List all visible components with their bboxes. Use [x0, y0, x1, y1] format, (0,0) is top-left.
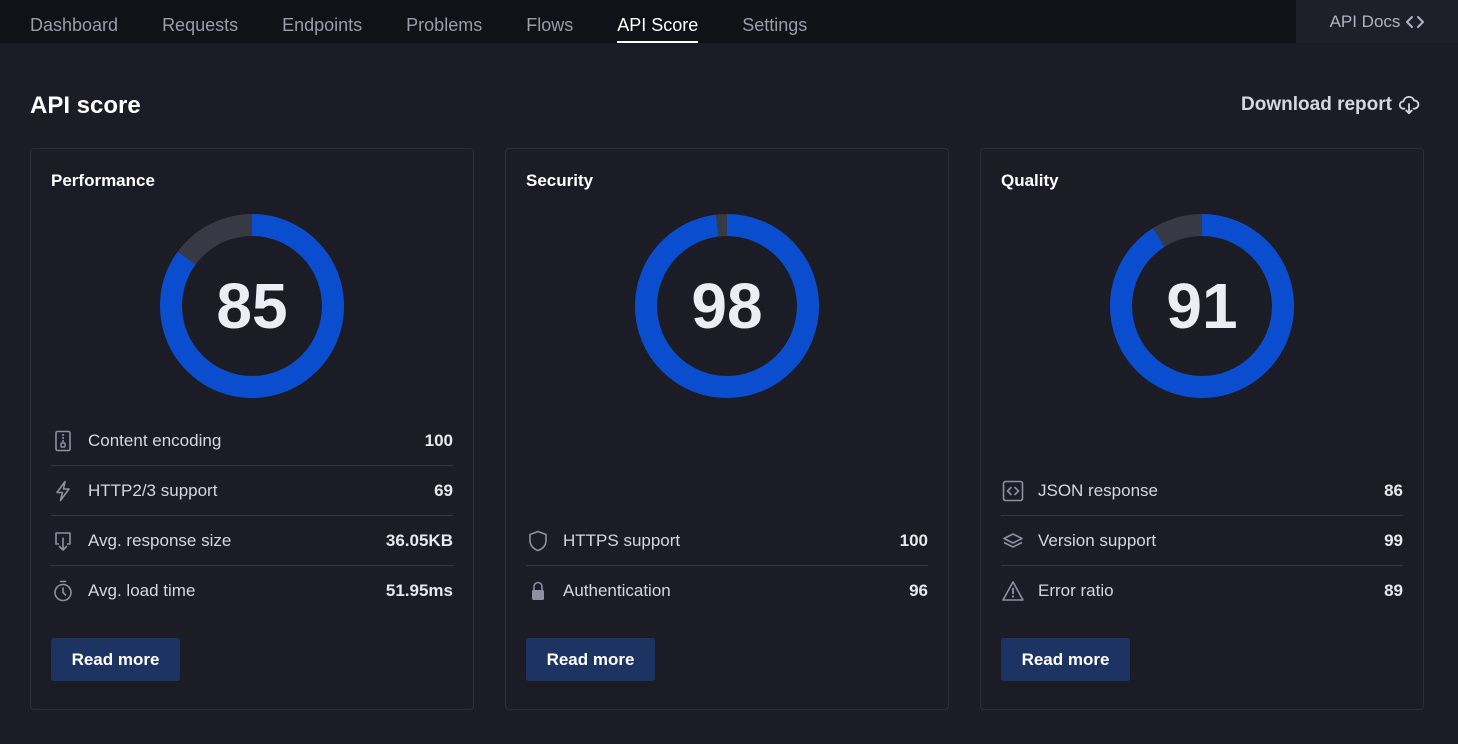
score-gauge: 98	[634, 213, 820, 399]
metric-value: 99	[1384, 530, 1403, 550]
card-title: Security	[526, 171, 594, 190]
metric-label: Avg. load time	[88, 581, 196, 600]
layers-icon	[1001, 529, 1025, 553]
metric-value: 51.95ms	[385, 581, 453, 600]
metric-label: Version support	[1038, 530, 1157, 550]
metric-value: 89	[1384, 581, 1403, 600]
metric-row: Avg. load time 51.95ms	[51, 566, 453, 616]
metric-row: Content encoding 100	[51, 416, 453, 466]
metric-label: HTTP2/3 support	[88, 480, 218, 500]
zip-file-icon	[51, 429, 75, 453]
read-more-button[interactable]: Read more	[51, 638, 180, 681]
card-title: Quality	[1001, 171, 1059, 190]
metric-value: 86	[1384, 480, 1403, 500]
cloud-download-icon	[1398, 95, 1420, 115]
metric-label: JSON response	[1038, 480, 1158, 500]
metric-row: Avg. response size 36.05KB	[51, 516, 453, 566]
tab-requests[interactable]: Requests	[162, 0, 238, 43]
top-nav: Dashboard Requests Endpoints Problems Fl…	[0, 0, 1458, 43]
metrics-list: JSON response 86 Version support 99 Erro…	[1001, 466, 1403, 616]
metric-row: HTTP2/3 support 69	[51, 466, 453, 516]
page-title: API score	[30, 92, 141, 119]
tab-flows[interactable]: Flows	[526, 0, 573, 43]
score-value: 85	[216, 270, 288, 342]
metric-value: 100	[899, 530, 928, 550]
score-gauge: 85	[159, 213, 345, 399]
metric-row: JSON response 86	[1001, 466, 1403, 516]
metric-value: 100	[424, 430, 453, 450]
security-card: Security 98 HTTPS support 100 Authentica…	[505, 148, 949, 710]
download-arrow-icon	[51, 529, 75, 553]
metric-label: Error ratio	[1038, 581, 1114, 600]
metric-row: HTTPS support 100	[526, 516, 928, 566]
warning-icon	[1001, 579, 1025, 603]
download-report-label: Download report	[1241, 94, 1392, 115]
metric-value: 96	[909, 581, 928, 600]
api-docs-label: API Docs	[1329, 11, 1401, 31]
score-value: 98	[691, 270, 763, 342]
card-title: Performance	[51, 171, 155, 190]
performance-card: Performance 85 Content encoding 100 HTTP…	[30, 148, 474, 710]
nav-tabs: Dashboard Requests Endpoints Problems Fl…	[30, 0, 851, 43]
metric-label: Content encoding	[88, 430, 222, 450]
code-box-icon	[1001, 479, 1025, 503]
metric-label: Authentication	[563, 581, 671, 600]
score-gauge: 91	[1109, 213, 1295, 399]
score-value: 91	[1166, 270, 1238, 342]
stopwatch-icon	[51, 579, 75, 603]
metrics-list: Content encoding 100 HTTP2/3 support 69 …	[51, 416, 453, 616]
metric-value: 69	[434, 480, 453, 500]
tab-settings[interactable]: Settings	[742, 0, 807, 43]
download-report-button[interactable]: Download report	[1241, 94, 1420, 116]
tab-api-score[interactable]: API Score	[617, 0, 699, 43]
read-more-button[interactable]: Read more	[1001, 638, 1130, 681]
tab-problems[interactable]: Problems	[406, 0, 482, 43]
lightning-icon	[51, 479, 75, 503]
metric-row: Error ratio 89	[1001, 566, 1403, 616]
tab-endpoints[interactable]: Endpoints	[282, 0, 362, 43]
metric-value: 36.05KB	[385, 530, 453, 550]
read-more-button[interactable]: Read more	[526, 638, 655, 681]
metrics-list: HTTPS support 100 Authentication 96	[526, 516, 928, 616]
quality-card: Quality 91 JSON response 86 Version supp…	[980, 148, 1424, 710]
metric-row: Version support 99	[1001, 516, 1403, 566]
metric-row: Authentication 96	[526, 566, 928, 616]
lock-icon	[526, 579, 550, 603]
metric-label: HTTPS support	[563, 530, 681, 550]
tab-dashboard[interactable]: Dashboard	[30, 0, 118, 43]
metric-label: Avg. response size	[88, 530, 232, 550]
shield-icon	[526, 529, 550, 553]
api-docs-link[interactable]: API Docs	[1296, 0, 1458, 43]
code-icon	[1406, 15, 1425, 28]
